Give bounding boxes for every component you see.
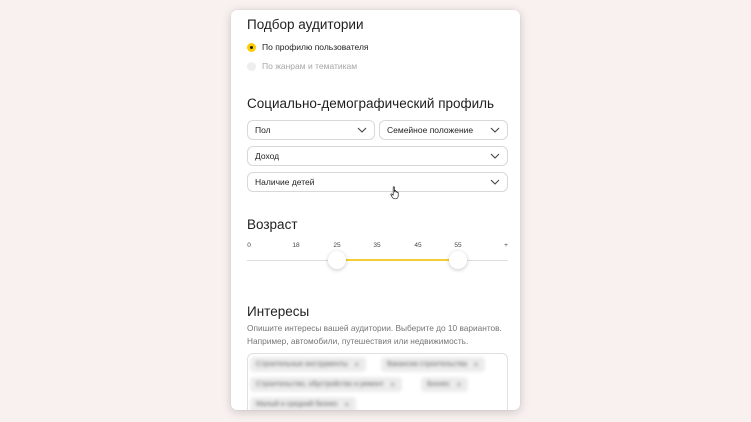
income-select[interactable]: Доход [247,146,508,166]
radio-label: По профилю пользователя [262,42,369,52]
radio-by-user-profile[interactable]: По профилю пользователя [247,40,369,54]
marital-status-select-label: Семейное положение [387,125,474,135]
audience-settings-card: Подбор аудитории По профилю пользователя… [231,10,520,410]
age-tick-labels: 0 18 25 35 45 55 + [247,242,508,252]
interest-tag[interactable]: Бизнес ✕ [421,377,468,392]
marital-status-select[interactable]: Семейное положение [379,120,508,140]
age-tick: 18 [292,242,300,249]
interests-section-title: Интересы [247,304,310,319]
interest-tag-label: Бизнес [427,381,450,388]
gender-select-label: Пол [255,125,271,135]
interest-tag[interactable]: Строительные инструменты ✕ [250,357,366,372]
close-icon[interactable]: ✕ [390,381,396,389]
close-icon[interactable]: ✕ [344,401,350,409]
age-tick: 45 [414,242,422,249]
interest-tag-label: Строительство, обустройство и ремонт [256,381,384,388]
chevron-down-icon [490,153,500,159]
gender-select[interactable]: Пол [247,120,375,140]
demographics-section-title: Социально-демографический профиль [247,96,495,111]
age-tick: 0 [247,242,251,249]
income-select-label: Доход [255,151,280,161]
radio-selected-indicator [247,42,256,52]
age-section-title: Возраст [247,217,298,232]
interest-tag-label: Малый и средний бизнес [256,401,338,408]
children-select[interactable]: Наличие детей [247,172,508,192]
hand-pointer-icon [390,186,399,200]
interest-tag[interactable]: Вакансии строительства ✕ [381,357,485,372]
age-tick: 35 [373,242,381,249]
chevron-down-icon [490,179,500,185]
age-tick: 55 [454,242,462,249]
interest-tag-label: Строительные инструменты [256,361,348,368]
radio-indicator [247,61,256,71]
radio-by-genres-topics[interactable]: По жанрам и тематикам [247,59,357,73]
close-icon[interactable]: ✕ [473,361,479,369]
audience-section-title: Подбор аудитории [247,17,364,32]
age-slider-max-handle[interactable] [449,251,467,269]
interest-tag[interactable]: Строительство, обустройство и ремонт ✕ [250,377,402,392]
age-tick: 25 [333,242,341,249]
close-icon[interactable]: ✕ [456,381,462,389]
age-slider-selected-range [337,259,458,261]
age-tick: + [504,242,508,249]
interest-tag-label: Вакансии строительства [387,361,467,368]
age-slider-min-handle[interactable] [328,251,346,269]
chevron-down-icon [490,127,500,133]
chevron-down-icon [357,127,367,133]
close-icon[interactable]: ✕ [354,361,360,369]
interests-tags-field[interactable]: Строительные инструменты ✕ Вакансии строи… [247,353,508,410]
children-select-label: Наличие детей [255,177,315,187]
interest-tag[interactable]: Малый и средний бизнес ✕ [250,397,356,410]
radio-label: По жанрам и тематикам [262,61,358,71]
interests-hint: Опишите интересы вашей аудитории. Выбери… [247,323,502,346]
